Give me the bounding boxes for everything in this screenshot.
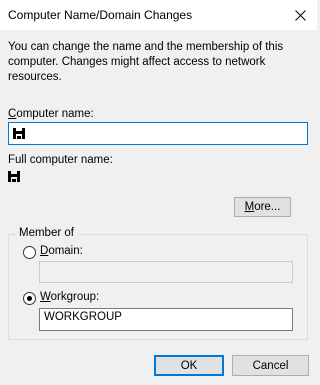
ok-button-label: OK (180, 359, 198, 372)
computer-icon (13, 128, 25, 139)
more-button-label-rest: ore... (254, 201, 281, 213)
workgroup-radio[interactable] (23, 292, 36, 305)
domain-input (39, 261, 293, 283)
window-title: Computer Name/Domain Changes (8, 8, 193, 22)
computer-name-label-rest: omputer name: (16, 108, 94, 120)
computer-name-input[interactable] (8, 122, 308, 145)
ok-button[interactable]: OK (154, 355, 224, 376)
workgroup-label: Workgroup: (40, 291, 100, 303)
cancel-button[interactable]: Cancel (232, 355, 309, 376)
domain-radio[interactable] (23, 246, 36, 259)
cancel-button-label: Cancel (252, 359, 289, 372)
workgroup-input[interactable]: WORKGROUP (39, 308, 293, 331)
close-button[interactable] (283, 0, 317, 30)
more-button[interactable]: More... (234, 197, 291, 217)
workgroup-radio-dot (27, 296, 32, 301)
workgroup-value: WORKGROUP (44, 311, 122, 323)
close-icon (294, 9, 306, 21)
domain-label: Domain: (40, 245, 83, 257)
computer-name-label: Computer name: (8, 108, 94, 120)
description-text: You can change the name and the membersh… (8, 41, 284, 83)
computer-icon (8, 171, 20, 182)
title-bar: Computer Name/Domain Changes (0, 0, 317, 30)
full-computer-name-label: Full computer name: (8, 154, 113, 166)
member-of-legend: Member of (16, 227, 77, 239)
